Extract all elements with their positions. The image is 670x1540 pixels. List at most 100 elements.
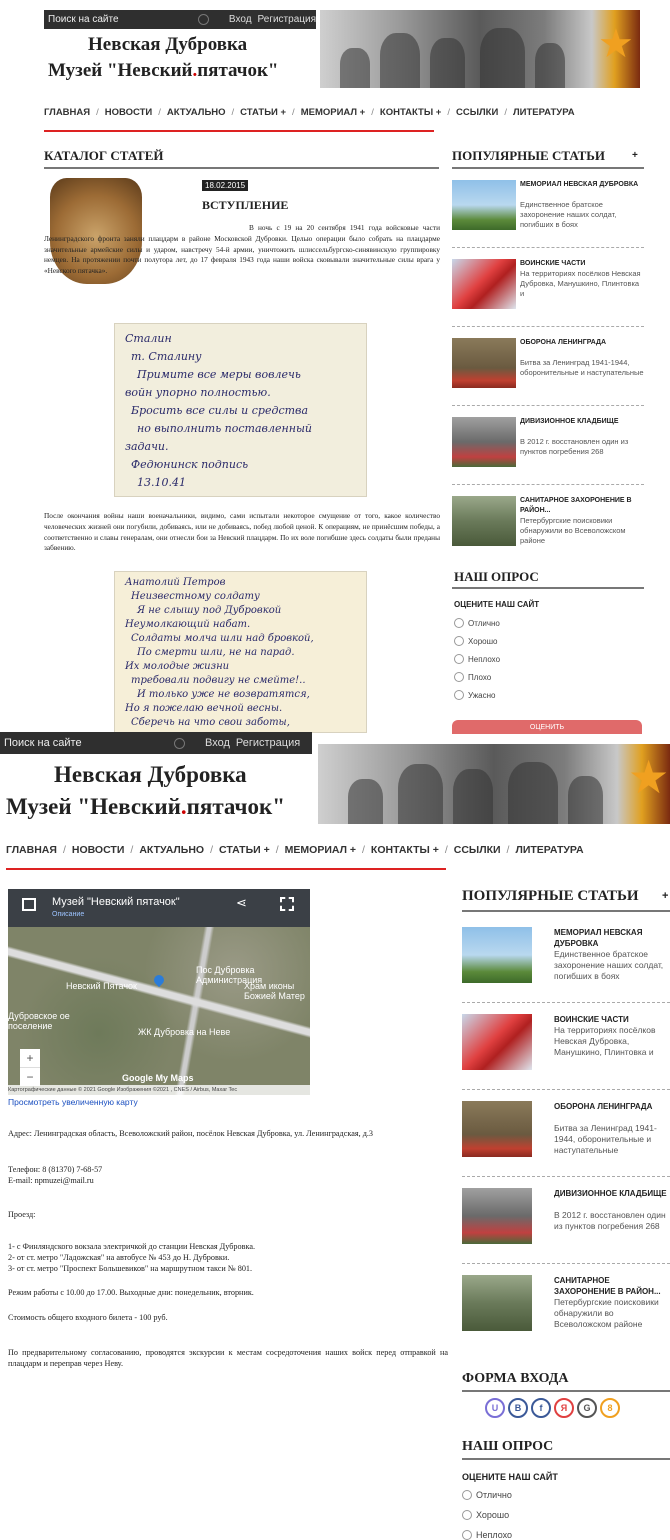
popular-item-title[interactable]: МЕМОРИАЛ НЕВСКАЯ ДУБРОВКА [554,927,670,949]
fullscreen-icon[interactable] [280,897,294,911]
handwritten-line: Неизвестному солдату [131,591,260,602]
popular-item-title[interactable]: САНИТАРНОЕ ЗАХОРОНЕНИЕ В РАЙОН... [520,496,644,516]
popular-item-thumbnail[interactable] [462,927,532,983]
popular-item[interactable]: ВОИНСКИЕ ЧАСТИ На территориях посёлков Не… [452,257,644,336]
zoom-in-button[interactable]: + [20,1049,40,1067]
poll-option-radio[interactable]: Ужасно [454,690,495,700]
social-login-icon-3[interactable]: Я [554,1398,574,1418]
site-title-line1: Невская Дубровка [54,762,247,787]
social-login-icon-5[interactable]: 8 [600,1398,620,1418]
social-login-icons: UBfЯG8 [485,1398,623,1418]
social-login-icon-1[interactable]: B [508,1398,528,1418]
article-title[interactable]: ВСТУПЛЕНИЕ [202,198,288,213]
social-login-icon-4[interactable]: G [577,1398,597,1418]
nav-item-1[interactable]: НОВОСТИ [105,107,153,118]
popular-item[interactable]: ДИВИЗИОННОЕ КЛАДБИЩЕ В 2012 г. восстановл… [462,1186,670,1273]
nav-separator: / [275,844,279,856]
poll-option-radio[interactable]: Отлично [462,1490,512,1500]
share-icon[interactable]: ⋖ [236,895,247,911]
enlarge-map-link[interactable]: Просмотреть увеличенную карту [8,1097,138,1107]
popular-heading: ПОПУЛЯРНЫЕ СТАТЬИ [462,888,639,904]
popular-plus-icon[interactable]: + [632,150,638,161]
popular-item[interactable]: САНИТАРНОЕ ЗАХОРОНЕНИЕ В РАЙОН... Петербу… [462,1273,670,1360]
popular-item[interactable]: САНИТАРНОЕ ЗАХОРОНЕНИЕ В РАЙОН... Петербу… [452,494,644,573]
map-embed[interactable]: Музей "Невский пятачок" Описание ⋖ Пос Д… [8,889,310,1095]
register-link[interactable]: Регистрация [258,14,316,25]
topbar: Поиск на сайте Вход Регистрация [44,10,316,29]
poll-option-radio[interactable]: Хорошо [462,1510,509,1520]
popular-item[interactable]: ОБОРОНА ЛЕНИНГРАДА Битва за Ленинград 194… [452,336,644,415]
popular-item-thumbnail[interactable] [452,338,516,388]
popular-item-title[interactable]: САНИТАРНОЕ ЗАХОРОНЕНИЕ В РАЙОН... [554,1275,670,1297]
map-subtitle: Описание [52,911,85,918]
poll-option-radio[interactable]: Неплохо [462,1530,512,1540]
popular-item-title[interactable]: ОБОРОНА ЛЕНИНГРАДА [554,1101,670,1112]
poll-option-radio[interactable]: Хорошо [454,636,497,646]
zoom-out-button[interactable]: − [20,1067,40,1086]
radio-circle-icon[interactable] [454,618,464,628]
nav-item-6[interactable]: ССЫЛКИ [454,844,501,856]
popular-item-thumbnail[interactable] [452,417,516,467]
nav-item-6[interactable]: ССЫЛКИ [456,107,498,118]
nav-item-5[interactable]: КОНТАКТЫ + [371,844,439,856]
route-item: 1- с Финляндского вокзала электричкой до… [8,1242,256,1251]
nav-separator: / [130,844,134,856]
popular-item[interactable]: ДИВИЗИОННОЕ КЛАДБИЩЕ В 2012 г. восстановл… [452,415,644,494]
excursions-text: По предварительному согласованию, провод… [8,1348,448,1368]
nav-item-7[interactable]: ЛИТЕРАТУРА [513,107,575,118]
poll-option-radio[interactable]: Неплохо [454,654,500,664]
radio-circle-icon[interactable] [462,1490,472,1500]
nav-item-3[interactable]: СТАТЬИ + [240,107,286,118]
nav-item-5[interactable]: КОНТАКТЫ + [380,107,441,118]
article-paragraph-1: В ночь с 19 на 20 сентября 1941 года вой… [44,223,440,276]
popular-item[interactable]: ОБОРОНА ЛЕНИНГРАДА Битва за Ленинград 194… [462,1099,670,1186]
popular-item-thumbnail[interactable] [462,1188,532,1244]
radio-circle-icon[interactable] [462,1510,472,1520]
search-icon[interactable] [197,14,209,25]
popular-item-title[interactable]: ДИВИЗИОННОЕ КЛАДБИЩЕ [520,417,644,427]
poll-option-radio[interactable]: Отлично [454,618,500,628]
radio-circle-icon[interactable] [454,636,464,646]
popular-item-title[interactable]: ВОИНСКИЕ ЧАСТИ [520,259,644,269]
nav-item-3[interactable]: СТАТЬИ + [219,844,270,856]
popular-item-title[interactable]: МЕМОРИАЛ НЕВСКАЯ ДУБРОВКА [520,180,644,190]
nav-item-2[interactable]: АКТУАЛЬНО [167,107,226,118]
nav-item-4[interactable]: МЕМОРИАЛ + [301,107,366,118]
popular-item-thumbnail[interactable] [452,496,516,546]
nav-item-4[interactable]: МЕМОРИАЛ + [285,844,356,856]
popular-item-thumbnail[interactable] [452,180,516,230]
nav-item-0[interactable]: ГЛАВНАЯ [44,107,90,118]
popular-item-title[interactable]: ВОИНСКИЕ ЧАСТИ [554,1014,670,1025]
popular-item[interactable]: МЕМОРИАЛ НЕВСКАЯ ДУБРОВКА Единственное бр… [452,178,644,257]
radio-circle-icon[interactable] [454,672,464,682]
popular-item[interactable]: МЕМОРИАЛ НЕВСКАЯ ДУБРОВКА Единственное бр… [462,925,670,1012]
popular-item-title[interactable]: ОБОРОНА ЛЕНИНГРАДА [520,338,644,348]
popular-item-thumbnail[interactable] [462,1275,532,1331]
popular-plus-icon[interactable]: + [662,890,668,902]
nav-separator: / [362,844,365,856]
nav-item-0[interactable]: ГЛАВНАЯ [6,844,57,856]
search-icon[interactable] [174,737,185,749]
poll-option-radio[interactable]: Плохо [454,672,491,682]
register-link[interactable]: Регистрация [236,737,300,749]
radio-circle-icon[interactable] [454,690,464,700]
social-login-icon-0[interactable]: U [485,1398,505,1418]
map-panel-icon[interactable] [22,898,36,911]
search-input[interactable]: Поиск на сайте [0,737,174,749]
search-input[interactable]: Поиск на сайте [44,14,198,25]
nav-item-7[interactable]: ЛИТЕРАТУРА [515,844,583,856]
popular-item[interactable]: ВОИНСКИЕ ЧАСТИ На территориях посёлков Не… [462,1012,670,1099]
social-login-icon-2[interactable]: f [531,1398,551,1418]
nav-item-1[interactable]: НОВОСТИ [72,844,125,856]
nav-item-2[interactable]: АКТУАЛЬНО [139,844,204,856]
popular-item-thumbnail[interactable] [462,1014,532,1070]
login-link[interactable]: Вход [229,14,252,25]
popular-item-thumbnail[interactable] [452,259,516,309]
map-title: Музей "Невский пятачок" [52,896,180,908]
popular-item-thumbnail[interactable] [462,1101,532,1157]
radio-circle-icon[interactable] [462,1530,472,1540]
popular-item-description: В 2012 г. восстановлен один из пунктов п… [520,437,629,456]
radio-circle-icon[interactable] [454,654,464,664]
login-link[interactable]: Вход [205,737,230,749]
popular-item-title[interactable]: ДИВИЗИОННОЕ КЛАДБИЩЕ [554,1188,670,1199]
